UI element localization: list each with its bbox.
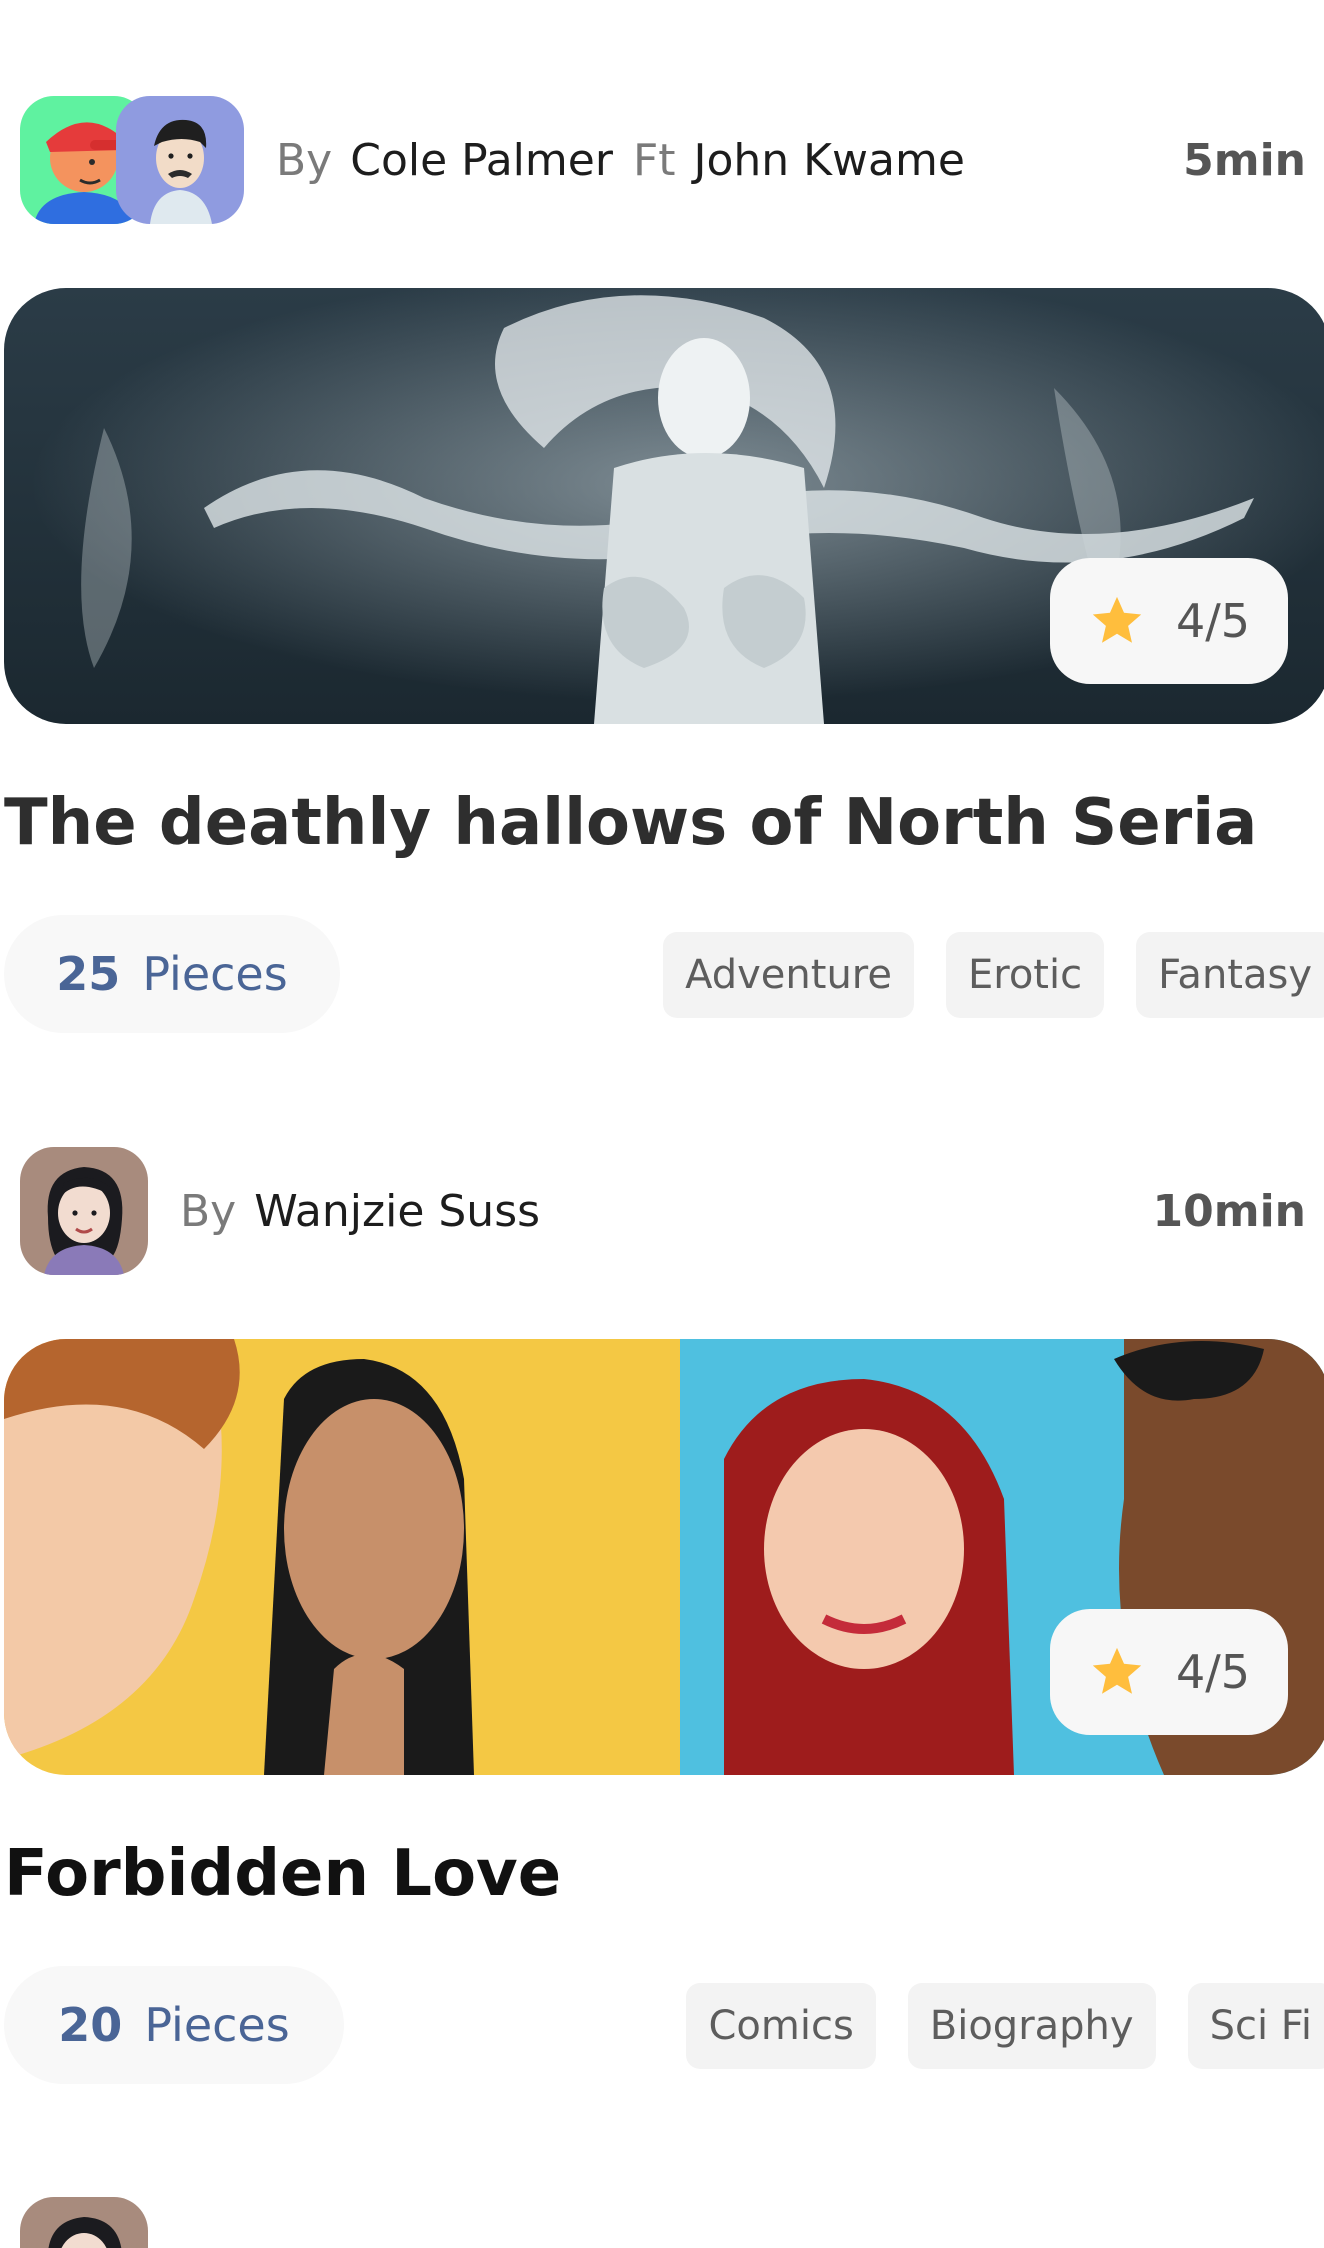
author-name[interactable]: Cole Palmer — [350, 135, 613, 186]
rating-badge: 4/5 — [1050, 1609, 1288, 1735]
author-avatar[interactable] — [20, 2197, 148, 2248]
featured-author-avatar-illustration — [116, 96, 244, 224]
rating-value: 4/5 — [1175, 1645, 1251, 1699]
byline-prefix: By — [276, 134, 333, 186]
pieces-count: 20 — [58, 1998, 123, 2052]
author-avatar-illustration — [20, 1147, 148, 1275]
star-icon — [1092, 596, 1142, 643]
genre-tag[interactable]: Comics — [686, 1983, 876, 2069]
read-time: 5min — [1183, 134, 1306, 186]
author-row: By Cole Palmer Ft John Kwame 5min — [0, 96, 1324, 226]
genre-tag[interactable]: Erotic — [945, 932, 1105, 1018]
pieces-label: Pieces — [142, 947, 288, 1001]
story-cover-image[interactable]: 4/5 — [4, 1339, 1324, 1775]
featuring-prefix: Ft — [632, 134, 676, 186]
read-time: 10min — [1152, 1185, 1306, 1237]
rating-badge: 4/5 — [1050, 558, 1288, 684]
story-cover-image[interactable]: 4/5 — [4, 288, 1324, 724]
story-feed: By Cole Palmer Ft John Kwame 5min 4/5 Th… — [0, 0, 1324, 2248]
genre-tag[interactable]: Fantasy — [1136, 932, 1324, 1018]
author-avatar-illustration — [20, 2197, 148, 2248]
byline: By Cole Palmer Ft John Kwame — [276, 96, 985, 224]
genre-tags: Adventure Erotic Fantasy — [663, 932, 1324, 1018]
genre-tags: Comics Biography Sci Fi — [686, 1983, 1324, 2069]
featured-author-name[interactable]: John Kwame — [694, 135, 965, 186]
byline-prefix: By — [180, 1185, 237, 1237]
pieces-badge[interactable]: 20 Pieces — [4, 1966, 344, 2084]
story-title[interactable]: Forbidden Love — [4, 1837, 561, 1911]
featured-author-avatar[interactable] — [116, 96, 244, 224]
rating-value: 4/5 — [1175, 594, 1251, 648]
story-title[interactable]: The deathly hallows of North Seria — [4, 786, 1257, 860]
author-name[interactable]: Wanjzie Suss — [254, 1186, 540, 1237]
pieces-label: Pieces — [144, 1998, 290, 2052]
author-row: By Wanjzie Suss 10min — [0, 1147, 1324, 1277]
genre-tag[interactable]: Biography — [907, 1983, 1156, 2069]
genre-tag[interactable]: Sci Fi — [1187, 1983, 1324, 2069]
pieces-count: 25 — [56, 947, 121, 1001]
author-avatar[interactable] — [20, 1147, 148, 1275]
genre-tag[interactable]: Adventure — [663, 932, 914, 1018]
pieces-badge[interactable]: 25 Pieces — [4, 915, 340, 1033]
byline: By Wanjzie Suss — [180, 1147, 560, 1275]
star-icon — [1092, 1647, 1142, 1694]
